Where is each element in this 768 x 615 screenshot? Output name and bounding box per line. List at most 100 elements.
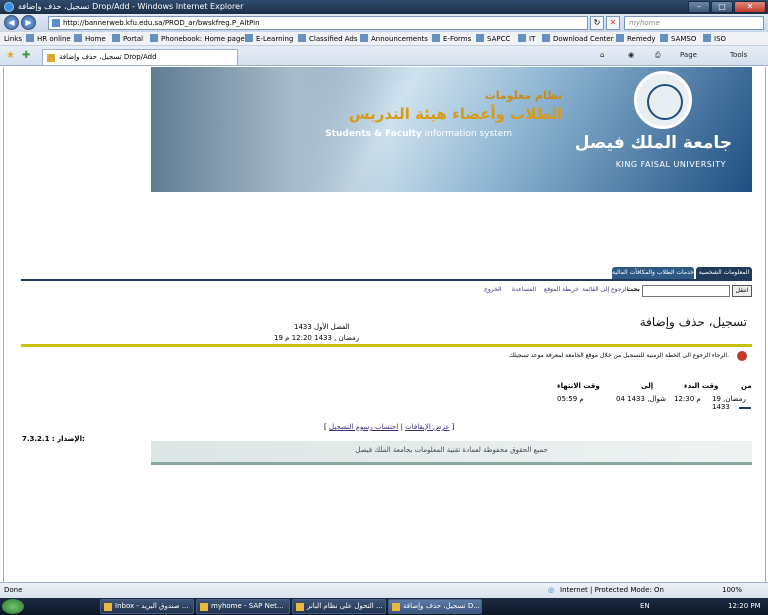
print-icon[interactable]: ⎙ — [655, 51, 661, 60]
start-button[interactable] — [2, 599, 24, 614]
current-datetime: 19 رمضان , 1433 12:20 م — [274, 334, 360, 342]
link-return-menu[interactable]: الرجوع إلى القائمة — [582, 286, 628, 293]
forward-button[interactable]: ▶ — [21, 15, 36, 30]
page-title: تسجيل، حذف وإضافة — [639, 315, 747, 329]
page-menu[interactable]: Page — [680, 51, 697, 59]
link-icon — [112, 34, 120, 42]
refresh-button[interactable]: ↻ — [590, 16, 604, 30]
back-button[interactable]: ◀ — [4, 15, 19, 30]
cell-end-time: 05:59 م — [557, 395, 584, 403]
outlook-icon — [104, 603, 112, 611]
link-icon — [74, 34, 82, 42]
table-end-marker — [739, 407, 751, 409]
security-zone[interactable]: Internet | Protected Mode: On — [560, 583, 664, 598]
stop-button[interactable]: ✕ — [606, 16, 620, 30]
link-hr-online[interactable]: HR online — [26, 32, 71, 46]
window-title-bar: تسجيل، حذف وإضافة Drop/Add - Windows Int… — [0, 0, 768, 14]
address-toolbar: ◀ ▶ http://bannerweb.kfu.edu.sa/PROD_ar/… — [0, 14, 768, 32]
link-elearning[interactable]: E-Learning — [245, 32, 293, 46]
link-iso[interactable]: ISO — [703, 32, 726, 46]
link-phonebook[interactable]: Phonebook: Home page — [150, 32, 245, 46]
link-home[interactable]: Home — [74, 32, 106, 46]
browser-tab[interactable]: تسجيل، حذف وإضافة Drop/Add — [42, 49, 238, 65]
language-indicator[interactable]: EN — [640, 599, 650, 614]
taskbar-item-dropadd[interactable]: تسجيل، حذف وإضافة D... — [388, 599, 482, 614]
ie-icon — [296, 603, 304, 611]
link-samso[interactable]: SAMSO — [660, 32, 696, 46]
favorites-star-icon[interactable]: ★ — [6, 50, 15, 61]
taskbar-item-banner[interactable]: التحول على نظام البانر ... — [292, 599, 386, 614]
university-name-ar: جامعة الملك فيصل — [574, 133, 732, 153]
minimize-button[interactable]: – — [688, 1, 710, 13]
banner-subtitle: Students & Faculty information system — [325, 129, 512, 139]
maximize-button[interactable]: □ — [711, 1, 733, 13]
link-icon — [703, 34, 711, 42]
link-eforms[interactable]: E-Forms — [432, 32, 471, 46]
taskbar: Inbox - صندوق البريد ... myhome - SAP Ne… — [0, 598, 768, 615]
link-icon — [616, 34, 624, 42]
link-help[interactable]: المساعدة — [512, 286, 536, 293]
tab-strip: ★ ✚ تسجيل، حذف وإضافة Drop/Add ⌂ ◉ ⎙ Pag… — [0, 46, 768, 66]
ie-icon — [392, 603, 400, 611]
link-icon — [298, 34, 306, 42]
close-button[interactable]: ✕ — [734, 1, 766, 13]
link-icon — [660, 34, 668, 42]
page-icon — [52, 19, 60, 27]
tools-menu[interactable]: Tools — [730, 51, 747, 59]
link-download-center[interactable]: Download Center — [542, 32, 614, 46]
tab-student-services[interactable]: خدمات الطلاب والمكافآت المالية — [612, 267, 694, 279]
taskbar-item-inbox[interactable]: Inbox - صندوق البريد ... — [100, 599, 194, 614]
link-exit[interactable]: الخروج — [484, 286, 501, 293]
menu-underline — [21, 279, 752, 281]
site-search-input[interactable] — [642, 285, 730, 297]
search-input[interactable]: myhome — [624, 16, 764, 30]
warning-icon — [737, 351, 747, 361]
link-portal[interactable]: Portal — [112, 32, 143, 46]
university-name-en: KING FAISAL UNIVERSITY — [615, 160, 726, 169]
link-site-map[interactable]: خريطة الموقع — [544, 286, 579, 293]
link-icon — [360, 34, 368, 42]
cell-start-time: 12:30 م — [674, 395, 701, 403]
tab-personal-info[interactable]: المعلومات الشخصية — [696, 267, 752, 279]
link-icon — [26, 34, 34, 42]
link-sapcc[interactable]: SAPCC — [476, 32, 510, 46]
link-announcements[interactable]: Announcements — [360, 32, 428, 46]
link-remedy[interactable]: Remedy — [616, 32, 656, 46]
col-header-to: إلى — [641, 382, 654, 390]
links-label: Links — [4, 35, 22, 43]
col-header-from: من — [741, 382, 752, 390]
banner-title-line1: نظام معلومات — [484, 89, 562, 102]
tab-title: تسجيل، حذف وإضافة Drop/Add — [59, 53, 157, 61]
term-label: الفصل الأول 1433 — [294, 323, 350, 331]
search-label: بحث — [627, 286, 640, 293]
link-it[interactable]: IT — [518, 32, 535, 46]
title-divider — [21, 344, 752, 347]
taskbar-item-myhome[interactable]: myhome - SAP Net... — [196, 599, 290, 614]
clock[interactable]: 12:20 PM — [728, 599, 761, 614]
link-icon — [432, 34, 440, 42]
home-icon[interactable]: ⌂ — [600, 51, 604, 59]
link-icon — [542, 34, 550, 42]
page-footer: جميع الحقوق محفوظة لعمادة تقنية المعلوما… — [151, 441, 752, 465]
col-header-start-time: وقت البدء — [684, 382, 719, 390]
link-icon — [476, 34, 484, 42]
search-go-button[interactable]: انتقل — [732, 285, 752, 297]
system-tray: EN 12:20 PM — [640, 599, 766, 614]
header-banner: نظام معلومات الطلاب وأعضاء هيئة التدريس … — [151, 67, 752, 192]
ie-icon — [200, 603, 208, 611]
tab-page-icon — [47, 54, 55, 62]
add-favorites-icon[interactable]: ✚ — [22, 50, 30, 61]
window-title: تسجيل، حذف وإضافة Drop/Add - Windows Int… — [18, 2, 244, 11]
address-bar[interactable]: http://bannerweb.kfu.edu.sa/PROD_ar/bwsk… — [48, 16, 588, 30]
link-calc-fees[interactable]: احتساب رسوم التسجيل — [329, 423, 398, 431]
link-icon — [245, 34, 253, 42]
link-view-holds[interactable]: عرض الإيقافات — [405, 423, 449, 431]
ie-logo-icon — [4, 2, 14, 12]
link-classified-ads[interactable]: Classified Ads — [298, 32, 358, 46]
zoom-level[interactable]: 100% — [722, 583, 742, 598]
feeds-icon[interactable]: ◉ — [628, 51, 634, 59]
bottom-links: [ عرض الإيقافات | احتساب رسوم التسجيل ] — [324, 423, 455, 431]
col-header-end-time: وقت الانتهاء — [557, 382, 600, 390]
links-bar: Links HR online Home Portal Phonebook: H… — [0, 32, 768, 46]
warning-message: الرجاء الرجوع الى الخطة الزمنية للتسجيل … — [509, 352, 729, 359]
